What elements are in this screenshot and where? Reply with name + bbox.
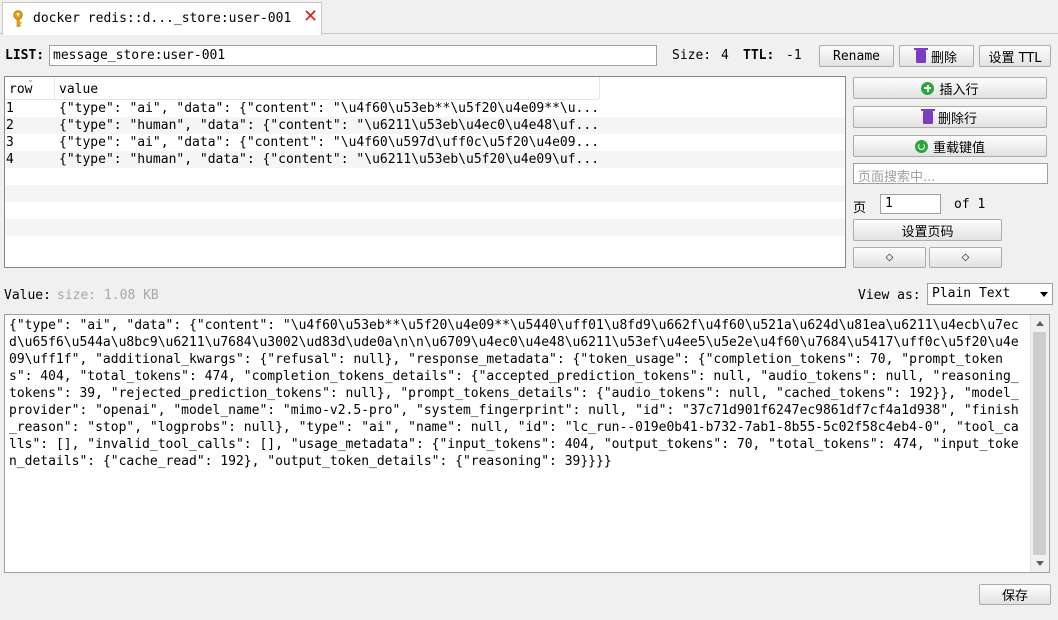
tab-title: docker redis::d..._store:user-001 <box>33 11 292 26</box>
empty-row <box>5 219 845 236</box>
row-value: {"type": "human", "data": {"content": "\… <box>59 118 597 133</box>
table-row[interactable]: 4 {"type": "human", "data": {"content": … <box>5 151 845 168</box>
set-ttl-label: 设置 TTL <box>988 50 1042 66</box>
value-editor[interactable]: {"type": "ai", "data": {"content": "\u4f… <box>4 314 1050 573</box>
delete-key-label: 删除 <box>930 50 957 66</box>
table-row[interactable]: 1 {"type": "ai", "data": {"content": "\u… <box>5 100 845 117</box>
page-label: 页 <box>853 201 867 216</box>
reload-value-label: 重载键值 <box>932 140 985 156</box>
list-type-label: LIST: <box>5 48 45 63</box>
tab-redis-key[interactable]: docker redis::d..._store:user-001 ✕ <box>2 2 322 35</box>
page-search-input[interactable]: 页面搜索中... <box>853 163 1048 185</box>
next-page-button[interactable]: ◇ <box>929 247 1002 268</box>
value-label: Value: <box>4 288 51 303</box>
empty-row <box>5 168 845 185</box>
trash-icon <box>913 47 928 63</box>
column-header-value[interactable]: value <box>59 82 98 97</box>
set-page-button[interactable]: 设置页码 <box>853 219 1002 241</box>
table-row[interactable]: 3 {"type": "ai", "data": {"content": "\u… <box>5 134 845 151</box>
ttl-label: TTL: <box>743 48 775 63</box>
scrollbar-thumb[interactable] <box>1033 332 1046 555</box>
next-page-icon: ◇ <box>961 252 970 263</box>
view-as-select[interactable]: Plain Text <box>927 283 1053 305</box>
close-icon[interactable]: ✕ <box>303 8 321 26</box>
set-ttl-button[interactable]: 设置 TTL <box>979 45 1051 67</box>
row-value: {"type": "human", "data": {"content": "\… <box>59 152 597 167</box>
trash-icon <box>920 108 935 124</box>
scroll-up-icon[interactable] <box>1036 321 1044 326</box>
key-name-input[interactable]: message_store:user-001 <box>49 45 657 66</box>
row-number: 4 <box>6 152 14 167</box>
delete-key-button[interactable]: 删除 <box>899 45 974 67</box>
table-header: ⌄ row value <box>5 77 600 100</box>
prev-page-icon: ◇ <box>885 252 894 263</box>
reload-value-button[interactable]: 重载键值 <box>853 135 1047 157</box>
insert-row-label: 插入行 <box>939 82 979 98</box>
set-page-label: 设置页码 <box>901 224 954 240</box>
delete-row-label: 删除行 <box>937 111 977 127</box>
plus-icon <box>921 81 935 95</box>
row-number: 1 <box>6 101 14 116</box>
ttl-value: -1 <box>786 48 802 63</box>
save-button[interactable]: 保存 <box>979 584 1051 605</box>
column-divider <box>54 77 55 99</box>
row-value: {"type": "ai", "data": {"content": "\u4f… <box>59 101 597 116</box>
size-value: 4 <box>721 48 729 63</box>
page-number-input[interactable]: 1 <box>880 194 941 214</box>
view-as-selected: Plain Text <box>932 286 1011 301</box>
value-table[interactable]: ⌄ row value 1 {"type": "ai", "data": {"c… <box>4 76 846 268</box>
empty-row <box>5 202 845 219</box>
insert-row-button[interactable]: 插入行 <box>853 77 1047 99</box>
row-value: {"type": "ai", "data": {"content": "\u4f… <box>59 135 597 150</box>
delete-row-button[interactable]: 删除行 <box>853 106 1047 128</box>
page-total: of 1 <box>954 197 986 212</box>
table-row[interactable]: 2 {"type": "human", "data": {"content": … <box>5 117 845 134</box>
rename-button-label: Rename <box>833 48 880 64</box>
empty-row <box>5 185 845 202</box>
value-content[interactable]: {"type": "ai", "data": {"content": "\u4f… <box>9 317 1025 470</box>
reload-icon <box>914 139 928 153</box>
column-header-row[interactable]: row <box>9 82 32 97</box>
row-number: 2 <box>6 118 14 133</box>
row-number: 3 <box>6 135 14 150</box>
view-as-label: View as: <box>858 288 921 303</box>
size-label: Size: <box>672 48 712 63</box>
key-icon <box>10 10 26 28</box>
prev-page-button[interactable]: ◇ <box>853 247 926 268</box>
scroll-down-icon[interactable] <box>1036 561 1044 566</box>
chevron-down-icon <box>1040 292 1048 297</box>
value-size: size: 1.08 KB <box>57 288 159 303</box>
save-button-label: 保存 <box>1001 589 1028 604</box>
column-divider <box>599 77 600 99</box>
empty-row <box>5 236 845 253</box>
rename-button[interactable]: Rename <box>819 45 894 67</box>
value-scrollbar[interactable] <box>1030 315 1049 572</box>
